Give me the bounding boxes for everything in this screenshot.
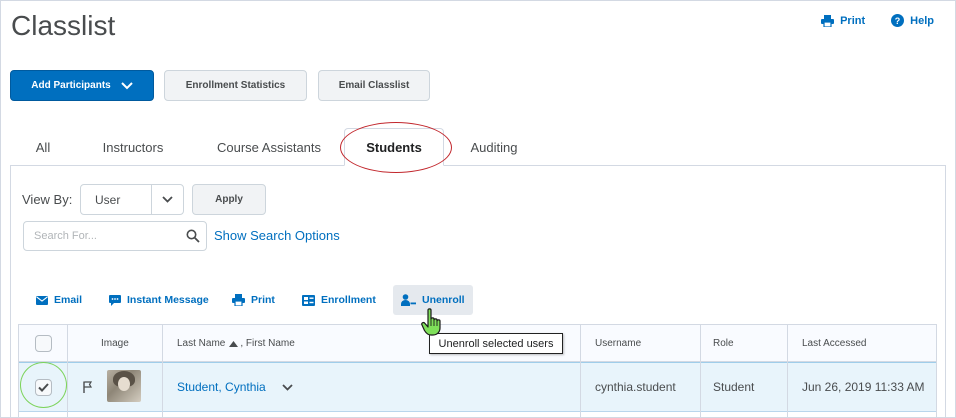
add-participants-button[interactable]: Add Participants [10, 70, 154, 101]
help-link[interactable]: ? Help [891, 14, 934, 27]
header-last-accessed[interactable]: Last Accessed [802, 325, 866, 362]
flag-cell [83, 363, 93, 411]
toolbar-print-label: Print [251, 294, 275, 306]
last-accessed-cell: Jun 26, 2019 11:33 AM [802, 380, 925, 394]
tab-auditing-label: Auditing [470, 139, 518, 155]
email-classlist-label: Email Classlist [338, 80, 410, 91]
select-all-checkbox-cell [35, 325, 52, 362]
svg-text:?: ? [895, 16, 901, 26]
toolbar-instant-message-label: Instant Message [127, 294, 209, 306]
view-by-value: User [95, 192, 121, 207]
column-divider [580, 325, 581, 418]
toolbar-unenroll-label: Unenroll [422, 294, 465, 306]
select-all-checkbox[interactable] [35, 335, 52, 352]
view-by-label: View By: [22, 192, 73, 207]
tab-course-assistants-label: Course Assistants [216, 139, 322, 155]
enrollment-statistics-button[interactable]: Enrollment Statistics [164, 70, 307, 101]
chevron-down-icon [121, 81, 133, 89]
table-row[interactable] [19, 362, 936, 412]
row-checkbox-cell [35, 363, 52, 411]
tab-auditing[interactable]: Auditing [450, 128, 538, 166]
chevron-down-icon [151, 185, 183, 214]
student-name-link[interactable]: Student, Cynthia [177, 380, 266, 394]
role-tabs: All Instructors Course Assistants Studen… [10, 128, 946, 166]
toolbar-print[interactable]: Print [232, 285, 275, 315]
toolbar-enrollment-label: Enrollment [321, 294, 376, 306]
view-by-select[interactable]: User [80, 184, 184, 215]
column-divider [700, 325, 701, 418]
email-classlist-button[interactable]: Email Classlist [318, 70, 430, 101]
envelope-icon [36, 295, 48, 305]
help-label: Help [910, 14, 934, 27]
help-circle-icon: ? [891, 14, 905, 27]
header-first-name[interactable]: , First Name [240, 338, 294, 349]
column-divider [787, 325, 788, 418]
print-link[interactable]: Print [821, 14, 865, 27]
avatar[interactable] [107, 370, 141, 402]
enrollment-statistics-label: Enrollment Statistics [185, 80, 286, 91]
chevron-down-icon[interactable] [282, 383, 293, 391]
toolbar-instant-message[interactable]: Instant Message [109, 285, 209, 315]
flag-icon[interactable] [83, 381, 93, 393]
search-box [23, 221, 207, 251]
header-image: Image [101, 338, 129, 349]
apply-button[interactable]: Apply [192, 184, 266, 215]
avatar-face [118, 377, 130, 391]
role-cell: Student [713, 380, 755, 394]
unenroll-tooltip: Unenroll selected users [429, 333, 563, 354]
hand-pointer-cursor-icon [421, 308, 441, 336]
row-checkbox[interactable] [35, 378, 52, 396]
user-minus-icon [401, 294, 416, 306]
enrollment-card-icon [302, 294, 315, 306]
header-username[interactable]: Username [595, 325, 641, 362]
printer-icon [821, 14, 835, 27]
toolbar-email[interactable]: Email [36, 285, 82, 315]
search-input[interactable] [24, 222, 179, 250]
toolbar-email-label: Email [54, 294, 83, 306]
tab-instructors-label: Instructors [102, 139, 164, 155]
tab-instructors[interactable]: Instructors [82, 128, 184, 166]
checkmark-icon [38, 382, 49, 392]
name-cell: Student, Cynthia [177, 363, 293, 411]
header-name: Last Name , First Name [177, 325, 295, 362]
header-role[interactable]: Role [713, 325, 734, 362]
tab-all[interactable]: All [10, 128, 76, 166]
page-title: Classlist [11, 10, 116, 41]
print-label: Print [840, 14, 866, 27]
tab-students-label: Students [366, 139, 422, 155]
printer-icon [232, 294, 245, 306]
tab-all-label: All [35, 139, 51, 155]
tab-course-assistants[interactable]: Course Assistants [200, 128, 338, 166]
search-icon[interactable] [186, 229, 200, 243]
chat-icon [109, 294, 121, 306]
column-divider [67, 325, 68, 418]
apply-label: Apply [215, 194, 243, 205]
tab-students[interactable]: Students [344, 128, 444, 166]
header-last-name[interactable]: Last Name [177, 338, 225, 349]
sort-ascending-icon [229, 340, 239, 347]
column-divider [162, 325, 163, 418]
show-search-options-link[interactable]: Show Search Options [214, 228, 340, 243]
toolbar-enrollment[interactable]: Enrollment [302, 285, 376, 315]
add-participants-label: Add Participants [31, 80, 111, 91]
username-cell: cynthia.student [595, 380, 676, 394]
top-actions: Print ? Help [821, 14, 934, 27]
